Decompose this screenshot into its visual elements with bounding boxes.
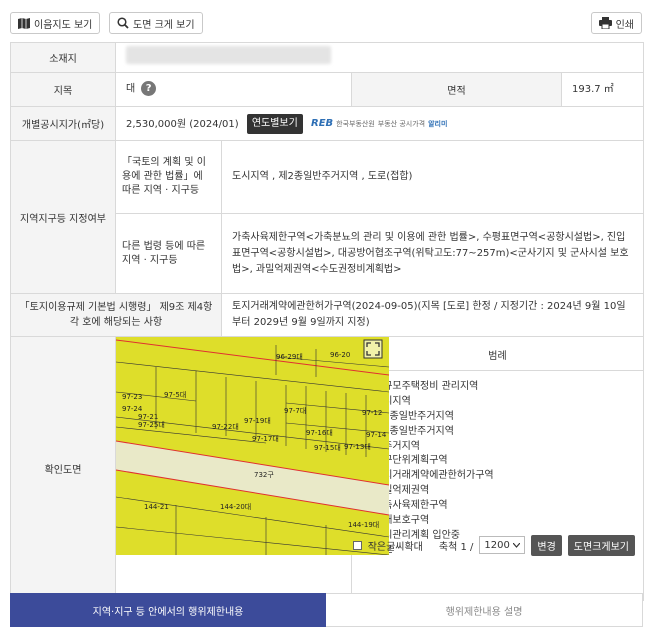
cadastral-map[interactable]: 96-29대 97-5대 97-7대 97-25대 97-16대 97-13대 … <box>116 337 389 555</box>
legend-item: 준주거지역 <box>362 437 633 452</box>
help-icon[interactable]: ? <box>141 81 157 97</box>
printer-icon <box>598 17 612 29</box>
location-label: 소재지 <box>10 42 116 73</box>
map-parcel-label: 97-17대 <box>252 435 279 443</box>
map-parcel-label: 97-15대 <box>314 444 341 452</box>
map-parcel-label: 732구 <box>254 471 274 479</box>
scale-select[interactable]: 1200 <box>479 536 526 554</box>
map-parcel-label: 97-24 <box>122 405 143 413</box>
legend-item: 과밀억제권역 <box>362 481 633 496</box>
map-parcel-label: 97-25대 <box>138 421 165 429</box>
print-label: 인쇄 <box>615 19 634 31</box>
scale-change-button[interactable]: 변경 <box>531 534 562 556</box>
area-value: 193.7 ㎡ <box>561 72 644 107</box>
search-icon <box>117 17 129 29</box>
map-label: 확인도면 <box>10 336 116 601</box>
yearly-view-button[interactable]: 연도별보기 <box>246 113 303 134</box>
map-parcel-label: 97-22대 <box>212 423 239 431</box>
legend-item: 소규모주택정비 관리지역 <box>362 377 633 392</box>
map-cell: 96-29대 97-5대 97-7대 97-25대 97-16대 97-13대 … <box>115 336 389 601</box>
reb-logo: REB <box>311 117 334 129</box>
land-info-table: 소재지 지목 대? 면적 193.7 ㎡ 개별공시지가(㎡당) 2,530,00… <box>10 42 644 601</box>
scale-value: 1200 <box>484 539 510 551</box>
enlarge-map-label: 도면 크게 보기 <box>133 19 195 31</box>
legend-item: 상대보호구역 <box>362 511 633 526</box>
map-fullscreen-icon[interactable] <box>363 339 383 359</box>
location-value <box>115 42 644 73</box>
legend-label: 소규모주택정비 관리지역 <box>374 380 479 392</box>
zone-label: 지역지구등 지정여부 <box>10 140 116 294</box>
small-text-checkbox[interactable] <box>352 540 362 550</box>
legend-item: 가축사육제한구역 <box>362 496 633 511</box>
tab-restrictions[interactable]: 지역·지구 등 안에서의 행위제한내용 <box>10 593 326 627</box>
other-law-label: 다른 법령 등에 따른 지역 · 지구등 <box>115 213 222 294</box>
enlarge-map-button[interactable]: 도면 크게 보기 <box>109 12 203 34</box>
other-law-value: 가축사육제한구역<가축분뇨의 관리 및 이용에 관한 법률>, 수평표면구역<공… <box>221 213 644 294</box>
legend-item: 토지거래계약에관한허가구역 <box>362 466 633 481</box>
jimok-value: 대 <box>126 83 136 95</box>
map-parcel-label: 144-20대 <box>220 503 251 511</box>
scale-label: 축척 1 / <box>438 541 474 553</box>
small-text-label: 작은글씨확대 <box>367 541 423 553</box>
price-label: 개별공시지가(㎡당) <box>10 106 116 141</box>
map-parcel-label: 96-20 <box>330 351 350 359</box>
map-parcel-label: 97-16대 <box>306 429 333 437</box>
reb-text: 부동산 공시가격 <box>377 119 426 128</box>
legend-item: 도시지역 <box>362 392 633 407</box>
map-parcel-label: 97-19대 <box>244 417 271 425</box>
map-parcel-label: 144-19대 <box>348 521 379 529</box>
legend-label: 토지거래계약에관한허가구역 <box>374 470 494 482</box>
legend-item: 지구단위계획구역 <box>362 451 633 466</box>
jimok-cell: 대? <box>115 72 352 107</box>
map-parcel-label: 97-7대 <box>284 407 306 415</box>
view-eum-map-label: 이음지도 보기 <box>34 19 93 31</box>
reb-org: 한국부동산원 <box>336 119 375 128</box>
map-parcel-label: 97-12 <box>362 409 382 417</box>
national-law-label: 「국토의 계획 및 이용에 관한 법률」에 따른 지역 · 지구등 <box>115 140 222 214</box>
map-parcel-label: 97-23 <box>122 393 142 401</box>
price-cell: 2,530,000원 (2024/01) 연도별보기 REB 한국부동산원 부동… <box>115 106 644 141</box>
legend-item: 제3종일반주거지역 <box>362 422 633 437</box>
chevron-down-icon <box>512 540 521 551</box>
top-toolbar: 이음지도 보기 도면 크게 보기 인쇄 <box>10 12 642 36</box>
map-parcel-label: 144-21 <box>144 503 169 511</box>
print-button[interactable]: 인쇄 <box>590 12 642 34</box>
map-control-bar: 작은글씨확대 축척 1 / 1200 변경 도면크게보기 <box>10 530 643 560</box>
area-label: 면적 <box>351 72 562 107</box>
tab-restriction-description[interactable]: 행위제한내용 설명 <box>326 593 643 627</box>
enlarge-drawing-button[interactable]: 도면크게보기 <box>567 534 635 556</box>
legend-cell: 범례 소규모주택정비 관리지역 도시지역 제2종일반주거지역 제3종일반주거지역 준주거… <box>351 336 644 601</box>
reb-link[interactable]: REB 한국부동산원 부동산 공시가격 알리미 <box>311 116 447 132</box>
legend-title: 범례 <box>352 337 643 371</box>
map-parcel-label: 97-21 <box>138 413 158 421</box>
map-icon <box>18 17 30 29</box>
enforce-label: 「토지이용규제 기본법 시행령」 제9조 제4항 각 호에 해당되는 사항 <box>10 293 222 337</box>
map-parcel-label: 97-13대 <box>344 443 371 451</box>
map-parcel-label: 96-29대 <box>276 353 303 361</box>
enforce-value: 토지거래계약에관한허가구역(2024-09-05)(지목 [도로] 한정 / 지… <box>221 293 644 337</box>
map-parcel-label: 97-14 <box>366 431 387 439</box>
cadastral-map-svg: 96-29대 97-5대 97-7대 97-25대 97-16대 97-13대 … <box>116 337 389 555</box>
reb-alimi: 알리미 <box>428 119 448 128</box>
price-value: 2,530,000원 (2024/01) <box>126 118 239 130</box>
jimok-label: 지목 <box>10 72 116 107</box>
national-law-value: 도시지역 , 제2종일반주거지역 , 도로(접합) <box>221 140 644 214</box>
legend-item: 제2종일반주거지역 <box>362 407 633 422</box>
view-eum-map-button[interactable]: 이음지도 보기 <box>10 12 101 34</box>
bottom-tabs: 지역·지구 등 안에서의 행위제한내용 행위제한내용 설명 <box>10 593 643 627</box>
location-redacted <box>126 45 331 64</box>
map-parcel-label: 97-5대 <box>164 391 186 399</box>
